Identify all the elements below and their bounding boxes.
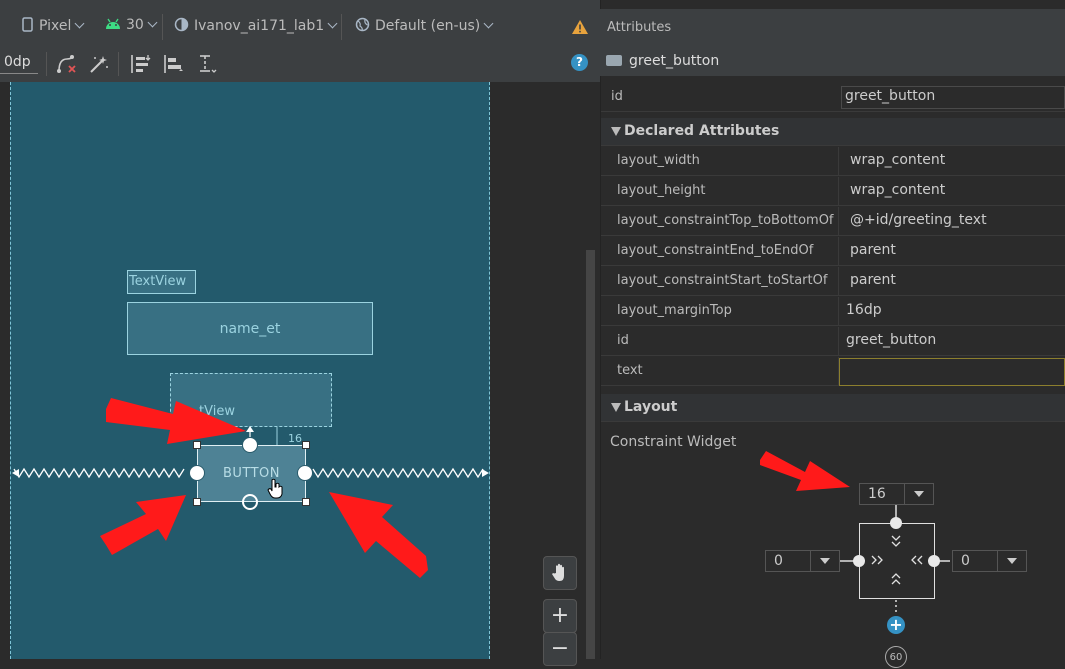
attribute-key: layout_marginTop (617, 303, 732, 318)
end-constraint-dot[interactable] (928, 555, 940, 567)
add-constraint-icon[interactable]: + (887, 616, 905, 634)
declared-attribute-row[interactable]: layout_marginTop 16dp (601, 297, 1065, 326)
pan-tool-button[interactable] (543, 556, 577, 590)
attribute-key: text (617, 363, 643, 378)
declared-attribute-row[interactable]: layout_height wrap_content (601, 177, 1065, 206)
constraint-widget-label: Constraint Widget (610, 434, 737, 450)
attribute-value[interactable]: parent (850, 272, 896, 288)
margin-top-indicator: 16 (288, 432, 302, 445)
resize-handle-tl[interactable] (193, 441, 201, 449)
declared-attribute-row[interactable]: layout_width wrap_content (601, 147, 1065, 176)
resize-handle-bl[interactable] (193, 498, 201, 506)
dropdown-arrow-icon (904, 484, 933, 504)
collapse-triangle-icon (611, 403, 621, 412)
layout-section[interactable]: Layout (601, 394, 1065, 422)
text-value-input[interactable] (839, 358, 1065, 386)
attribute-key: layout_height (617, 183, 706, 198)
attribute-value[interactable]: parent (850, 242, 896, 258)
dropdown-arrow-icon (810, 551, 839, 571)
attributes-title: Attributes (607, 20, 672, 35)
bottom-anchor-handle[interactable] (242, 494, 258, 510)
start-margin-value: 0 (774, 553, 783, 569)
constraint-lines (12, 426, 489, 479)
attribute-value[interactable]: greet_button (846, 332, 936, 348)
attribute-key: layout_constraintEnd_toEndOf (617, 243, 814, 258)
id-attribute-row: id greet_button (601, 83, 1065, 112)
top-constraint-dot[interactable] (890, 517, 902, 529)
dropdown-arrow-icon (997, 551, 1026, 571)
bottom-margin-indicator: 60 (885, 646, 907, 668)
resize-handle-br[interactable] (302, 498, 310, 506)
start-anchor-handle[interactable] (189, 465, 205, 481)
declared-attribute-row[interactable]: id greet_button (601, 327, 1065, 356)
start-constraint-dot[interactable] (853, 555, 865, 567)
section-label: Declared Attributes (624, 123, 780, 139)
declared-attribute-row[interactable]: layout_constraintTop_toBottomOf @+id/gree… (601, 207, 1065, 236)
button-component-icon (606, 55, 622, 66)
declared-attribute-row[interactable]: layout_constraintEnd_toEndOf parent (601, 237, 1065, 266)
wrap-content-chevrons-icon (871, 535, 923, 585)
attribute-key: id (617, 333, 629, 348)
section-label: Layout (624, 399, 678, 415)
attribute-value[interactable]: @+id/greeting_text (850, 212, 987, 228)
attribute-value[interactable]: 16dp (846, 302, 882, 318)
constraint-widget-box[interactable] (859, 523, 935, 599)
attribute-key: layout_width (617, 153, 700, 168)
zoom-out-button[interactable]: − (543, 632, 577, 666)
declared-attributes-section[interactable]: Declared Attributes (601, 118, 1065, 146)
attribute-value[interactable]: wrap_content (850, 152, 945, 168)
attribute-value: greet_button (845, 88, 936, 104)
top-margin-dropdown[interactable]: 16 (859, 483, 934, 505)
top-anchor-handle[interactable] (242, 437, 258, 453)
end-margin-value: 0 (961, 553, 970, 569)
end-margin-dropdown[interactable]: 0 (952, 550, 1027, 572)
resize-handle-tr[interactable] (302, 441, 310, 449)
zoom-in-button[interactable]: + (543, 599, 577, 633)
hand-cursor-icon (267, 478, 283, 499)
attribute-value[interactable]: wrap_content (850, 182, 945, 198)
attribute-key: layout_constraintTop_toBottomOf (617, 213, 834, 228)
declared-attribute-row[interactable]: layout_constraintStart_toStartOf parent (601, 267, 1065, 296)
end-anchor-handle[interactable] (297, 465, 313, 481)
start-margin-dropdown[interactable]: 0 (765, 550, 840, 572)
collapse-triangle-icon (611, 127, 621, 136)
hand-icon (552, 563, 564, 581)
top-margin-value: 16 (868, 486, 886, 502)
attribute-key: id (611, 89, 623, 104)
selected-component-name: greet_button (629, 53, 720, 69)
attribute-key: layout_constraintStart_toStartOf (617, 273, 828, 288)
